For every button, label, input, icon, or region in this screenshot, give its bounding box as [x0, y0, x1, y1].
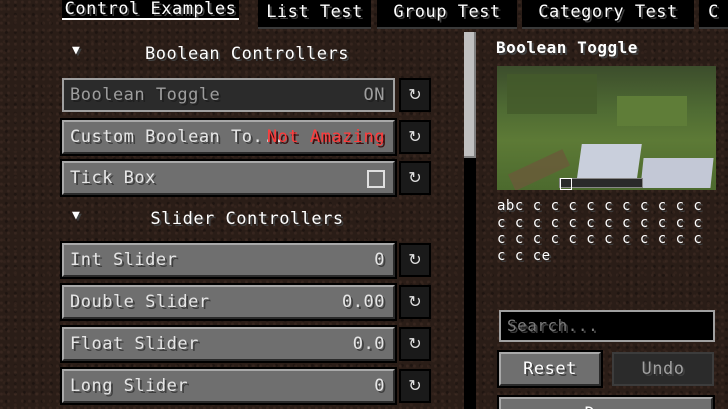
- options-list: ▼ Boolean Controllers Boolean Toggle ON …: [0, 30, 478, 409]
- category-boolean-controllers[interactable]: ▼ Boolean Controllers: [62, 42, 432, 66]
- category-slider-controllers[interactable]: ▼ Slider Controllers: [62, 207, 432, 231]
- control-label: Custom Boolean To...: [70, 127, 285, 147]
- control-value: 0: [374, 250, 385, 270]
- control-label: Int Slider: [70, 250, 178, 270]
- double-slider-control[interactable]: Double Slider 0.00: [60, 283, 397, 321]
- done-button[interactable]: Done: [497, 395, 715, 409]
- option-description: abc c c c c c c c c c c c c c c c c c c …: [497, 198, 703, 264]
- category-title: Boolean Controllers: [145, 44, 349, 64]
- preview-snow-block: [640, 158, 714, 188]
- undo-button[interactable]: Undo: [612, 352, 714, 386]
- reset-option-button[interactable]: ↻: [399, 120, 431, 154]
- reset-button[interactable]: Reset: [497, 350, 603, 388]
- tick-box-control[interactable]: Tick Box: [60, 159, 397, 197]
- control-value: 0.0: [352, 334, 385, 354]
- preview-hotbar: [559, 178, 643, 190]
- reset-option-button[interactable]: ↻: [399, 78, 431, 112]
- control-label: Boolean Toggle: [70, 85, 221, 105]
- preview-grass-patch: [507, 74, 597, 114]
- reset-option-button[interactable]: ↻: [399, 369, 431, 403]
- control-label: Long Slider: [70, 376, 189, 396]
- tab-group-test[interactable]: Group Test: [377, 0, 517, 29]
- option-title: Boolean Toggle: [496, 38, 638, 57]
- tab-control-examples[interactable]: Control Examples: [62, 0, 239, 20]
- float-slider-control[interactable]: Float Slider 0.0: [60, 325, 397, 363]
- tab-overflow[interactable]: C: [699, 0, 728, 29]
- reset-option-button[interactable]: ↻: [399, 161, 431, 195]
- reset-option-button[interactable]: ↻: [399, 243, 431, 277]
- control-label: Tick Box: [70, 168, 156, 188]
- control-value: Not Amazing: [266, 127, 385, 147]
- control-label: Double Slider: [70, 292, 210, 312]
- custom-boolean-toggle-control[interactable]: Custom Boolean To... Not Amazing: [60, 118, 397, 156]
- control-value: 0: [374, 376, 385, 396]
- scrollbar-thumb[interactable]: [464, 32, 476, 158]
- control-value: 0.00: [342, 292, 385, 312]
- reset-option-button[interactable]: ↻: [399, 327, 431, 361]
- category-title: Slider Controllers: [150, 209, 344, 229]
- preview-grass-patch: [617, 96, 687, 126]
- control-value: ON: [363, 85, 385, 105]
- control-label: Float Slider: [70, 334, 199, 354]
- option-preview-image: [497, 66, 716, 190]
- boolean-toggle-control[interactable]: Boolean Toggle ON: [62, 78, 395, 112]
- reset-option-button[interactable]: ↻: [399, 285, 431, 319]
- tick-box-checkbox[interactable]: [367, 170, 385, 188]
- tab-bar: Control Examples List Test Group Test Ca…: [0, 0, 728, 30]
- int-slider-control[interactable]: Int Slider 0: [60, 241, 397, 279]
- tab-category-test[interactable]: Category Test: [522, 0, 694, 29]
- tab-list-test[interactable]: List Test: [258, 0, 371, 29]
- search-input[interactable]: Search...: [499, 310, 715, 342]
- long-slider-control[interactable]: Long Slider 0: [60, 367, 397, 405]
